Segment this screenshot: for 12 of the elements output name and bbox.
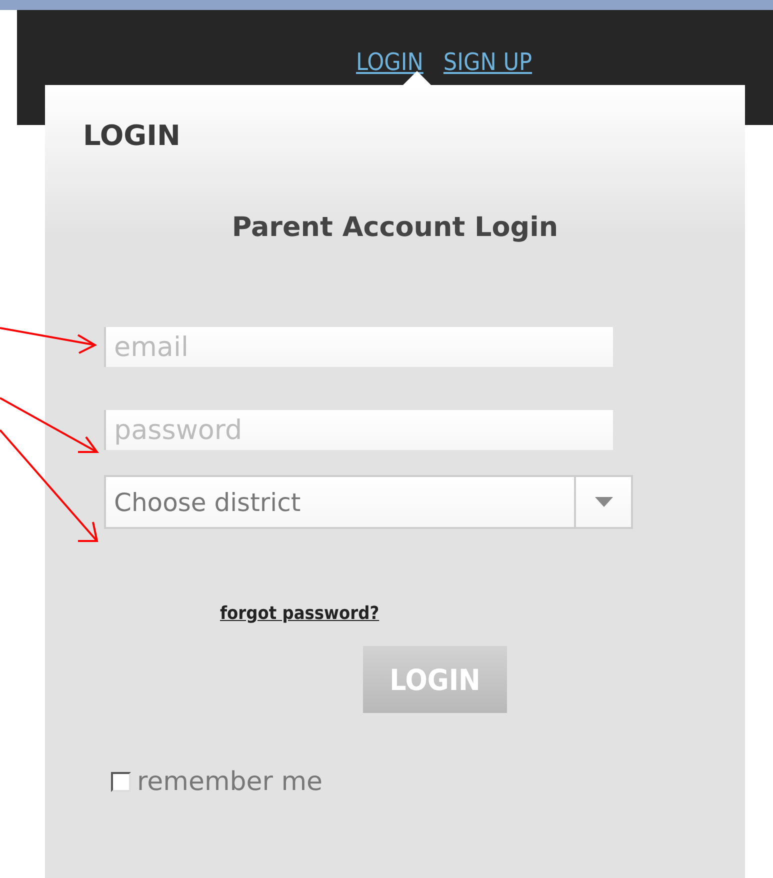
email-field[interactable]: email [104,327,613,367]
caret-icon [594,497,612,507]
popup-title: LOGIN [83,119,182,152]
password-field[interactable]: password [104,410,613,450]
form-heading: Parent Account Login [232,212,558,243]
forgot-password-link[interactable]: forgot password? [220,603,380,624]
remember-label: remember me [137,767,323,797]
nav-link[interactable]: SIGN UP [443,48,532,76]
nav-link[interactable]: LOGIN [356,48,424,76]
popup-pointer [403,71,431,85]
remember-checkbox[interactable] [111,772,131,792]
district-dropdown[interactable]: Choose district [104,475,633,529]
